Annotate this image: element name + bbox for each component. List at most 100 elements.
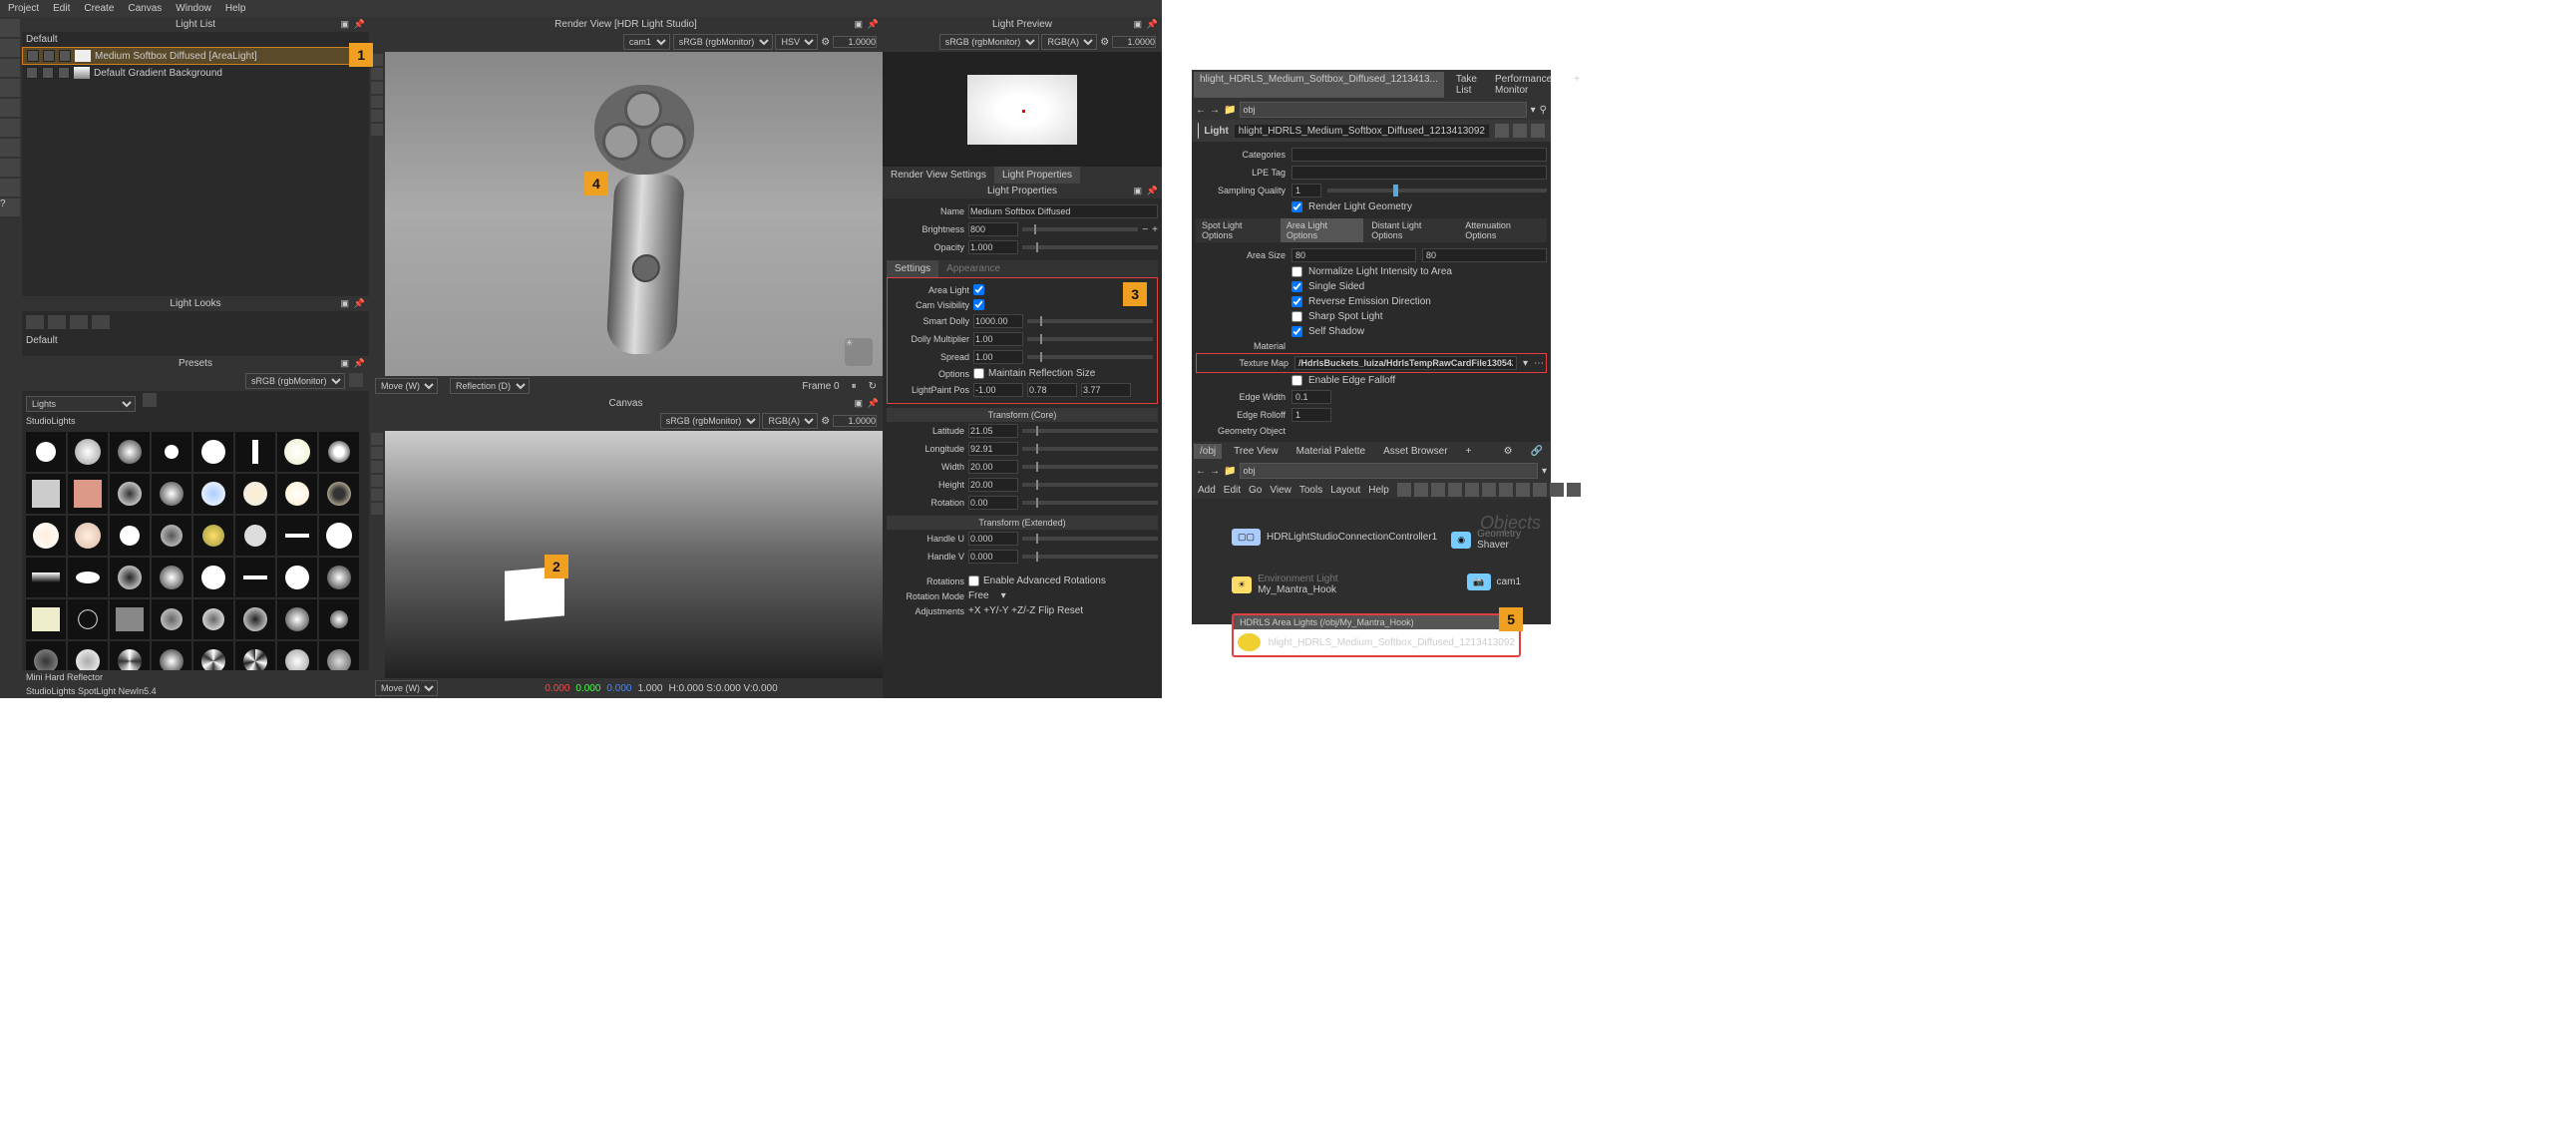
tab-obj[interactable]: /obj	[1194, 444, 1222, 459]
menu-canvas[interactable]: Canvas	[128, 3, 162, 14]
presets-type-dropdown[interactable]: Lights	[26, 396, 136, 412]
tab-light-properties[interactable]: Light Properties	[994, 167, 1080, 184]
presets-colorspace-dropdown[interactable]: sRGB (rgbMonitor)	[245, 373, 345, 389]
tab-settings[interactable]: Settings	[887, 260, 938, 277]
latitude-input[interactable]	[968, 424, 1018, 438]
colormode-dropdown[interactable]: HSV	[775, 34, 818, 50]
pin-icon[interactable]: 📌	[354, 358, 365, 369]
cursor-icon[interactable]	[371, 447, 383, 459]
add-tab-icon[interactable]: +	[1568, 72, 1586, 98]
tool-area-icon[interactable]	[0, 59, 20, 77]
toolbar-icon[interactable]	[1499, 483, 1513, 497]
fit-icon[interactable]	[371, 503, 383, 515]
preset-item[interactable]	[277, 474, 317, 514]
preset-item[interactable]	[26, 599, 66, 639]
pin-icon[interactable]: 📌	[354, 298, 365, 309]
node-cam[interactable]: 📷	[1467, 573, 1490, 590]
preview-exposure-input[interactable]	[1112, 36, 1156, 48]
nav-path-input[interactable]	[1240, 102, 1526, 118]
nav-fwd-icon[interactable]: →	[1210, 105, 1220, 116]
rotation-input[interactable]	[968, 496, 1018, 510]
preset-item[interactable]	[235, 558, 275, 597]
tool-help-icon[interactable]: ?	[0, 198, 20, 216]
single-sided-checkbox[interactable]	[1291, 281, 1302, 292]
tab-node[interactable]: hlight_HDRLS_Medium_Softbox_Diffused_121…	[1194, 72, 1444, 98]
opacity-input[interactable]	[968, 240, 1018, 254]
tool-cursor-icon[interactable]	[0, 19, 20, 37]
brightness-slider[interactable]	[1022, 227, 1138, 231]
chevron-down-icon[interactable]: ▾	[1531, 105, 1536, 116]
pin-icon[interactable]: 📌	[868, 19, 879, 30]
lpe-input[interactable]	[1291, 166, 1547, 180]
light-bulb-icon[interactable]	[1238, 633, 1261, 651]
cam-vis-checkbox[interactable]	[973, 299, 984, 310]
toolbar-icon[interactable]	[1567, 483, 1581, 497]
preset-item[interactable]	[68, 516, 108, 556]
menu-go[interactable]: Go	[1249, 485, 1262, 496]
gear-icon[interactable]	[1495, 124, 1509, 138]
preset-item[interactable]	[152, 599, 191, 639]
lpp-y-input[interactable]	[1027, 383, 1077, 397]
toolbar-icon[interactable]	[1516, 483, 1530, 497]
canvas-colormode-dropdown[interactable]: RGB(A)	[762, 413, 818, 429]
pick-icon[interactable]	[371, 124, 383, 136]
spread-slider[interactable]	[1027, 355, 1153, 359]
dolly-mult-slider[interactable]	[1027, 337, 1153, 341]
node-shaver[interactable]: ◉	[1451, 532, 1471, 549]
menu-help[interactable]: Help	[1368, 485, 1389, 496]
save-look-icon[interactable]	[48, 315, 66, 329]
latitude-slider[interactable]	[1022, 429, 1158, 433]
scale-icon[interactable]	[371, 489, 383, 501]
preset-item[interactable]	[235, 474, 275, 514]
handle-v-input[interactable]	[968, 550, 1018, 564]
tab-attenuation[interactable]: Attenuation Options	[1459, 218, 1547, 242]
preset-item[interactable]	[26, 516, 66, 556]
preset-item[interactable]	[235, 432, 275, 472]
handle-v-slider[interactable]	[1022, 555, 1158, 559]
spread-input[interactable]	[973, 350, 1023, 364]
menu-edit[interactable]: Edit	[53, 3, 70, 14]
tab-distantlight[interactable]: Distant Light Options	[1365, 218, 1457, 242]
delete-look-icon[interactable]	[92, 315, 110, 329]
tool-sun-icon[interactable]	[0, 119, 20, 137]
maximize-icon[interactable]: ▣	[854, 398, 863, 409]
name-input[interactable]	[968, 204, 1158, 218]
preset-item[interactable]	[235, 516, 275, 556]
rotate-icon[interactable]	[371, 475, 383, 487]
loop-icon[interactable]: ↻	[869, 381, 877, 392]
load-look-icon[interactable]	[70, 315, 88, 329]
light-list-item[interactable]: Default Gradient Background	[22, 65, 369, 81]
options-icon[interactable]	[143, 393, 157, 407]
width-slider[interactable]	[1022, 465, 1158, 469]
preset-item[interactable]	[235, 599, 275, 639]
preset-item[interactable]	[193, 558, 233, 597]
canvas-move-dropdown[interactable]: Move (W)	[375, 680, 438, 696]
preset-item[interactable]	[68, 641, 108, 670]
visibility-toggle-icon[interactable]	[27, 50, 39, 62]
colorspace-dropdown[interactable]: sRGB (rgbMonitor)	[673, 34, 773, 50]
nav-back-icon[interactable]: ←	[1196, 466, 1206, 477]
canvas-exposure-input[interactable]	[833, 415, 877, 427]
chevron-down-icon[interactable]: ▾	[1523, 358, 1528, 369]
chevron-down-icon[interactable]: ▾	[1542, 466, 1547, 477]
area-light-checkbox[interactable]	[973, 284, 984, 295]
preview-colormode-dropdown[interactable]: RGB(A)	[1041, 34, 1097, 50]
handle-u-slider[interactable]	[1022, 537, 1158, 541]
lpp-z-input[interactable]	[1081, 383, 1131, 397]
add-look-icon[interactable]	[26, 315, 44, 329]
render-geo-checkbox[interactable]	[1291, 201, 1302, 212]
nav-fwd-icon[interactable]: →	[1210, 466, 1220, 477]
preset-item[interactable]	[110, 641, 150, 670]
menu-project[interactable]: Project	[8, 3, 39, 14]
preset-item[interactable]	[193, 641, 233, 670]
preset-item[interactable]	[110, 516, 150, 556]
preset-item[interactable]	[68, 432, 108, 472]
menu-layout[interactable]: Layout	[1330, 485, 1360, 496]
subnet-node-label[interactable]: hlight_HDRLS_Medium_Softbox_Diffused_121…	[1269, 637, 1515, 648]
close-icon[interactable]	[349, 373, 363, 387]
preset-item[interactable]	[319, 474, 359, 514]
preset-item[interactable]	[26, 641, 66, 670]
toolbar-icon[interactable]	[1533, 483, 1547, 497]
tab-perfmon[interactable]: Performance Monitor	[1489, 72, 1558, 98]
menu-help[interactable]: Help	[225, 3, 246, 14]
